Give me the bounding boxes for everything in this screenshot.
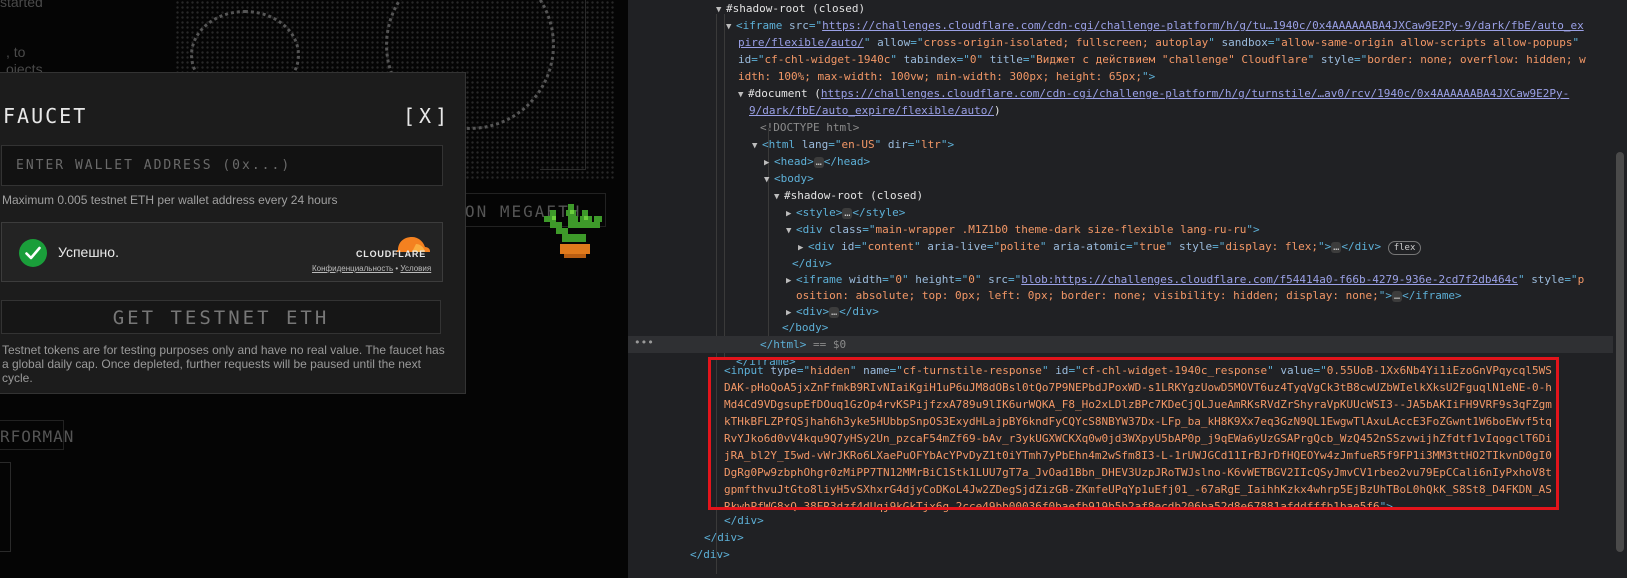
expand-triangle-icon[interactable]: ▼	[786, 223, 796, 240]
limit-text: Maximum 0.005 testnet ETH per wallet add…	[2, 193, 338, 207]
dom-node-html[interactable]: ▼ <html lang="en-US" dir="ltr">	[752, 136, 954, 153]
background-frame	[0, 462, 11, 552]
collapse-triangle-icon[interactable]: ▶	[786, 273, 796, 290]
cloudflare-links: Конфиденциальность • Условия	[312, 264, 431, 273]
ellipsis-icon[interactable]: …	[813, 157, 824, 168]
cloudflare-turnstile-widget[interactable]: Успешно. CLOUDFLARE Конфиденциальность •…	[1, 222, 443, 282]
expand-triangle-icon[interactable]: ▼	[764, 172, 774, 189]
dom-node-iframe-continued: pire/flexible/auto/" allow="cross-origin…	[738, 36, 1580, 49]
highlight-box	[708, 357, 1559, 510]
ellipsis-icon[interactable]: …	[1392, 291, 1403, 302]
wallet-address-input[interactable]	[1, 145, 443, 186]
dom-node-iframe-continued: id="cf-chl-widget-1940c" tabindex="0" ti…	[738, 53, 1586, 66]
cloudflare-logo-text: CLOUDFLARE	[356, 249, 426, 259]
plant-pixel-art	[544, 204, 602, 258]
scrollbar-thumb[interactable]	[1616, 152, 1624, 552]
modal-title: FAUCET	[3, 104, 88, 128]
dom-node-body[interactable]: ▼ <body>	[764, 170, 814, 187]
background-text: started	[0, 0, 43, 10]
ellipsis-icon[interactable]: …	[829, 307, 840, 318]
ellipsis-icon[interactable]: …	[842, 208, 853, 219]
expand-triangle-icon[interactable]: ▼	[752, 138, 762, 155]
dom-node-shadow-root[interactable]: ▼ #shadow-root (closed)	[774, 187, 923, 204]
dom-node-html-close-selected[interactable]: </html> == $0	[760, 336, 846, 353]
dom-node-div-content[interactable]: ▶ <div id="content" aria-live="polite" ar…	[798, 238, 1422, 255]
flex-badge[interactable]: flex	[1387, 241, 1422, 255]
expand-triangle-icon[interactable]: ▼	[738, 87, 748, 104]
background-frame	[540, 0, 586, 170]
dom-node-shadow-root[interactable]: ▼ #shadow-root (closed)	[716, 0, 865, 17]
dom-node-div[interactable]: ▶ <div>… </div>	[786, 303, 879, 320]
background-text-line: , to	[6, 44, 26, 60]
selected-marker: == $0	[806, 338, 847, 351]
dom-node-div-close: </div>	[704, 531, 744, 544]
dom-node-head[interactable]: ▶ <head>… </head>	[764, 153, 870, 170]
disclaimer-text: Testnet tokens are for testing purposes …	[2, 343, 445, 385]
success-check-icon	[19, 239, 47, 267]
dom-node-document-continued: 9/dark/fbE/auto_expire/flexible/auto/)	[749, 104, 1001, 117]
dom-node-iframe-continued: idth: 100%; max-width: 100vw; min-width:…	[738, 70, 1156, 83]
faucet-page: started , to ojects ON MEGAETH RFORMAN F…	[0, 0, 628, 578]
expand-triangle-icon[interactable]: ▼	[716, 2, 726, 19]
privacy-link[interactable]: Конфиденциальность	[312, 264, 393, 273]
success-status-text: Успешно.	[58, 244, 119, 260]
dom-node-div-main-wrapper[interactable]: ▼ <div class="main-wrapper .M1Z1b0 theme-…	[786, 221, 1260, 238]
dom-node-doctype[interactable]: <!DOCTYPE html>	[760, 119, 859, 136]
faucet-modal: FAUCET [X] Maximum 0.005 testnet ETH per…	[0, 72, 466, 394]
indent-guide	[724, 14, 725, 359]
get-testnet-eth-button[interactable]: GET TESTNET ETH	[1, 300, 441, 334]
dom-node-div-close: </div>	[792, 257, 832, 270]
dom-node-body-close: </body>	[782, 321, 829, 334]
scrollbar[interactable]	[1613, 0, 1627, 578]
dom-node-document[interactable]: ▼ #document (https://challenges.cloudflar…	[738, 85, 1569, 102]
expand-triangle-icon[interactable]: ▼	[726, 19, 736, 36]
expand-triangle-icon[interactable]: ▼	[774, 189, 784, 206]
terms-link[interactable]: Условия	[400, 264, 431, 273]
dom-node-iframe-hidden-continued: osition: absolute; top: 0px; left: 0px; …	[796, 289, 1462, 302]
dom-node-iframe-hidden[interactable]: ▶ <iframe width="0" height="0" src="blob:…	[786, 271, 1584, 288]
close-button[interactable]: [X]	[403, 104, 451, 128]
dom-node-div-close: </div>	[690, 548, 730, 561]
dom-node-iframe[interactable]: ▼ <iframe src="https://challenges.cloudfl…	[726, 17, 1584, 34]
ellipsis-icon[interactable]: …	[1331, 242, 1342, 253]
dom-node-style[interactable]: ▶ <style>… </style>	[786, 204, 905, 221]
more-icon[interactable]: •••	[634, 336, 654, 349]
performance-button[interactable]: RFORMAN	[0, 420, 73, 450]
